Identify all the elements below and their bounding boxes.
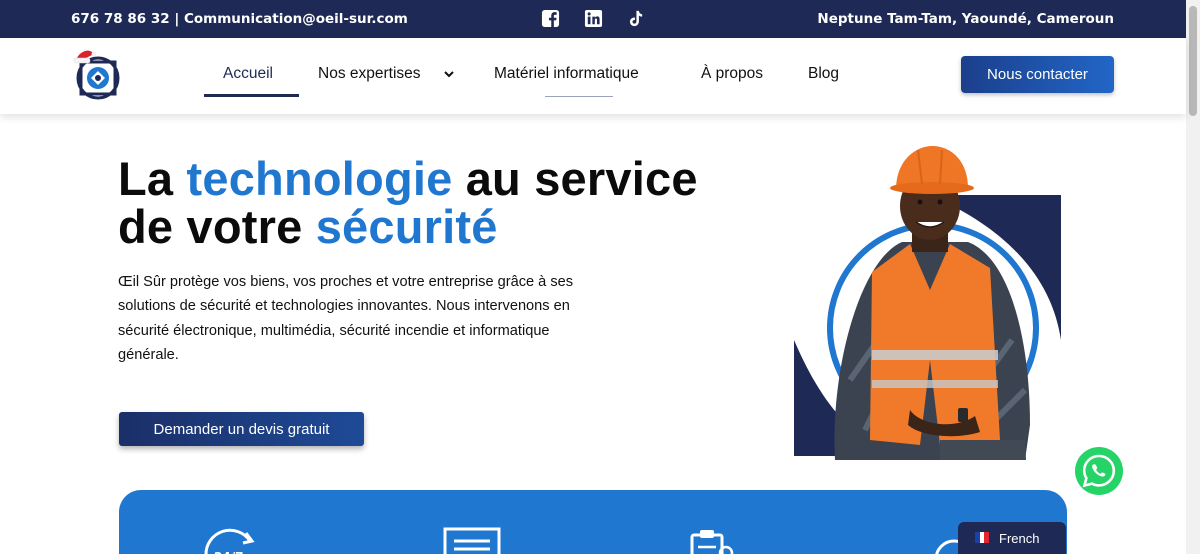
- chevron-down-icon[interactable]: [443, 69, 455, 79]
- linkedin-icon[interactable]: [584, 9, 603, 28]
- support-24-7-icon: 24/7: [204, 528, 255, 554]
- facebook-icon[interactable]: [541, 9, 560, 28]
- scrollbar[interactable]: [1186, 0, 1200, 554]
- whatsapp-icon[interactable]: [1074, 446, 1124, 496]
- hero-title-accent: technologie: [186, 152, 453, 205]
- hero-title-accent: sécurité: [315, 200, 498, 253]
- document-icon: [443, 527, 501, 554]
- top-bar: 676 78 86 32 | Communication@oeil-sur.co…: [0, 0, 1186, 38]
- svg-text:24/7: 24/7: [214, 550, 243, 554]
- features-band: [119, 490, 1067, 554]
- contact-button[interactable]: Nous contacter: [961, 56, 1114, 93]
- france-flag-icon: [975, 532, 990, 543]
- logo-icon[interactable]: [72, 48, 120, 100]
- worker-photo: [794, 146, 1061, 460]
- language-selector[interactable]: French: [958, 522, 1066, 554]
- hover-indicator: [545, 96, 613, 97]
- language-label: French: [999, 531, 1040, 546]
- clipboard-icon: [690, 530, 734, 554]
- hero-title: La technologie au service de votre sécur…: [118, 155, 698, 251]
- active-indicator: [204, 94, 299, 97]
- hero-title-part: de votre: [118, 200, 316, 253]
- nav-item-apropos[interactable]: À propos: [701, 65, 763, 83]
- nav-item-materiel[interactable]: Matériel informatique: [494, 65, 639, 83]
- nav-item-blog[interactable]: Blog: [808, 65, 839, 83]
- tiktok-icon[interactable]: [626, 9, 645, 28]
- quote-button[interactable]: Demander un devis gratuit: [119, 412, 364, 446]
- hero-description: Œil Sûr protège vos biens, vos proches e…: [118, 274, 574, 363]
- scrollbar-thumb[interactable]: [1189, 6, 1197, 116]
- hero-title-part: au service: [452, 152, 698, 205]
- nav-item-expertises[interactable]: Nos expertises: [318, 65, 421, 83]
- address: Neptune Tam-Tam, Yaoundé, Cameroun: [817, 11, 1114, 27]
- main-nav: Accueil Nos expertises Matériel informat…: [0, 38, 1186, 114]
- hero-title-part: La: [118, 152, 187, 205]
- nav-item-accueil[interactable]: Accueil: [223, 65, 273, 83]
- contact-info[interactable]: 676 78 86 32 | Communication@oeil-sur.co…: [71, 11, 408, 27]
